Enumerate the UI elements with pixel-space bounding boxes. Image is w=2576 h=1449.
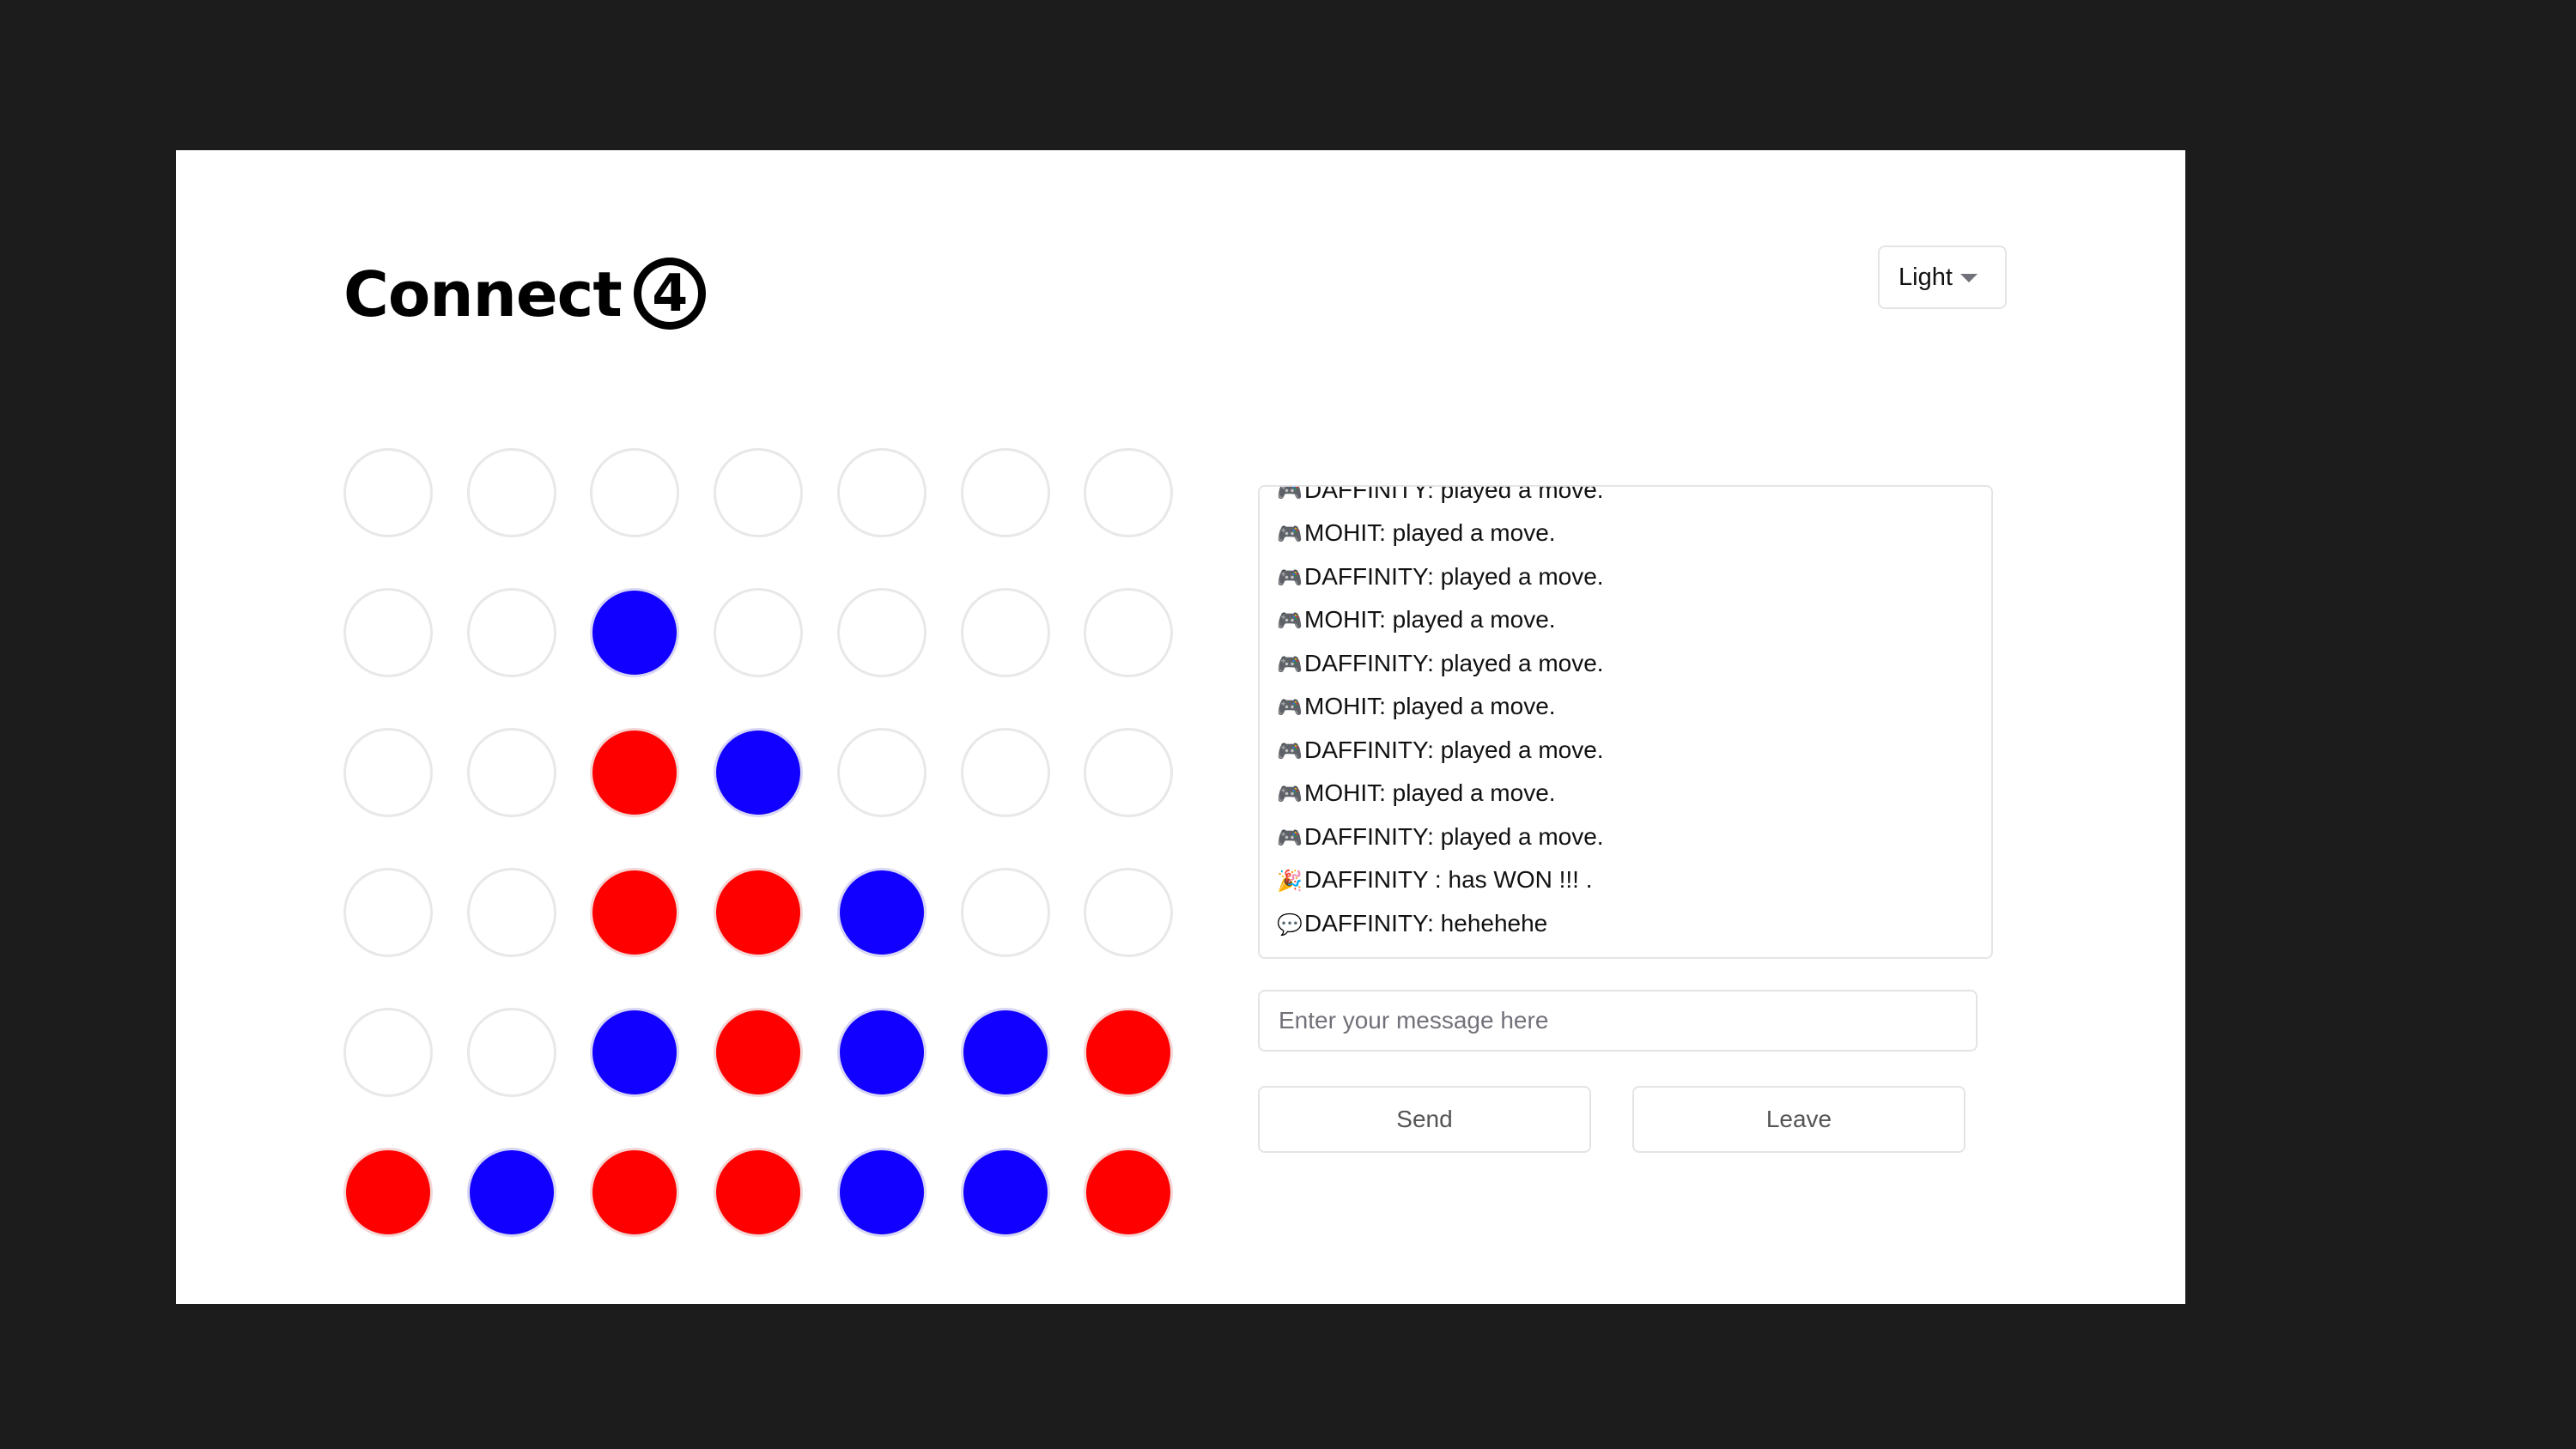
message-type-icon: 🎮 bbox=[1277, 696, 1303, 719]
game-board bbox=[343, 448, 1176, 1289]
board-cell-red[interactable] bbox=[714, 1148, 803, 1237]
board-cell-empty[interactable] bbox=[467, 448, 556, 537]
board-cell-empty[interactable] bbox=[590, 448, 679, 537]
board-cell-empty[interactable] bbox=[714, 588, 803, 677]
board-cell-blue[interactable] bbox=[961, 1148, 1050, 1237]
chat-message-text: DAFFINITY : has WON !!! . bbox=[1304, 866, 1593, 893]
board-cell-blue[interactable] bbox=[467, 1148, 556, 1237]
title-text: Connect bbox=[343, 258, 623, 330]
message-type-icon: 🎮 bbox=[1277, 783, 1303, 806]
four-badge-icon: 4 bbox=[633, 258, 706, 330]
chat-message-text: MOHIT: played a move. bbox=[1304, 779, 1556, 806]
board-cell-empty[interactable] bbox=[343, 1008, 433, 1097]
chat-message-text: DAFFINITY: played a move. bbox=[1304, 736, 1604, 763]
chat-message: 🎮MOHIT: played a move. bbox=[1277, 512, 1974, 555]
board-cell-red[interactable] bbox=[1084, 1008, 1173, 1097]
send-button[interactable]: Send bbox=[1258, 1086, 1591, 1153]
board-cell-red[interactable] bbox=[714, 868, 803, 957]
message-type-icon: 🎮 bbox=[1277, 485, 1303, 503]
message-type-icon: 🎉 bbox=[1277, 870, 1303, 893]
theme-selected-value: Light bbox=[1899, 263, 1953, 291]
board-cell-empty[interactable] bbox=[1084, 448, 1173, 537]
chat-message-text: MOHIT: played a move. bbox=[1304, 693, 1556, 719]
board-cell-empty[interactable] bbox=[961, 448, 1050, 537]
board-cell-empty[interactable] bbox=[343, 868, 433, 957]
board-cell-empty[interactable] bbox=[837, 588, 927, 677]
chat-message: 🎮MOHIT: played a move. bbox=[1277, 685, 1974, 729]
board-cell-blue[interactable] bbox=[714, 728, 803, 817]
chat-message: 🎮DAFFINITY: played a move. bbox=[1277, 815, 1974, 859]
chat-message-text: DAFFINITY: hehehehe bbox=[1304, 909, 1548, 937]
message-type-icon: 🎮 bbox=[1277, 523, 1303, 546]
chat-message-list: 🎮DAFFINITY: played a move. 🎮MOHIT: played… bbox=[1260, 485, 1991, 946]
board-cell-empty[interactable] bbox=[467, 868, 556, 957]
board-cell-blue[interactable] bbox=[590, 588, 679, 677]
board-cell-empty[interactable] bbox=[1084, 728, 1173, 817]
board-cell-empty[interactable] bbox=[1084, 868, 1173, 957]
board-cell-red[interactable] bbox=[590, 1148, 679, 1237]
board-cell-empty[interactable] bbox=[961, 728, 1050, 817]
board-cell-blue[interactable] bbox=[837, 1148, 927, 1237]
message-type-icon: 🎮 bbox=[1277, 826, 1303, 850]
chat-message: 🎮DAFFINITY: played a move. bbox=[1277, 642, 1974, 686]
chat-message-text: DAFFINITY: played a move. bbox=[1304, 562, 1604, 590]
chevron-down-icon bbox=[1960, 274, 1978, 282]
board-cell-empty[interactable] bbox=[837, 448, 927, 537]
theme-dropdown[interactable]: Light bbox=[1878, 246, 2007, 309]
chat-message: 💬DAFFINITY: hehehehe bbox=[1277, 902, 1974, 946]
board-cell-empty[interactable] bbox=[343, 728, 433, 817]
board-cell-empty[interactable] bbox=[1084, 588, 1173, 677]
chat-message: 🎮MOHIT: played a move. bbox=[1277, 598, 1974, 642]
board-cell-blue[interactable] bbox=[837, 868, 927, 957]
board-cell-empty[interactable] bbox=[961, 588, 1050, 677]
board-cell-empty[interactable] bbox=[714, 448, 803, 537]
board-cell-empty[interactable] bbox=[343, 588, 433, 677]
board-cell-blue[interactable] bbox=[590, 1008, 679, 1097]
chat-log[interactable]: 🎮DAFFINITY: played a move. 🎮MOHIT: played… bbox=[1258, 485, 1993, 959]
chat-message: 🎮DAFFINITY: played a move. bbox=[1277, 729, 1974, 773]
game-window: Connect 4 Light 🎮DAFFINITY: played a move… bbox=[176, 150, 2185, 1304]
message-type-icon: 🎮 bbox=[1277, 609, 1303, 633]
board-cell-empty[interactable] bbox=[467, 588, 556, 677]
chat-message: 🎮DAFFINITY: played a move. bbox=[1277, 485, 1974, 512]
board-cell-red[interactable] bbox=[590, 728, 679, 817]
message-type-icon: 🎮 bbox=[1277, 566, 1303, 590]
chat-message-text: DAFFINITY: played a move. bbox=[1304, 822, 1604, 850]
chat-message: 🎮DAFFINITY: played a move. bbox=[1277, 555, 1974, 599]
message-type-icon: 🎮 bbox=[1277, 652, 1303, 676]
board-cell-empty[interactable] bbox=[343, 448, 433, 537]
board-cell-empty[interactable] bbox=[837, 728, 927, 817]
board-cell-empty[interactable] bbox=[467, 1008, 556, 1097]
chat-message: 🎮MOHIT: played a move. bbox=[1277, 772, 1974, 815]
message-input[interactable] bbox=[1258, 990, 1978, 1052]
board-cell-red[interactable] bbox=[1084, 1148, 1173, 1237]
chat-message: 🎉DAFFINITY : has WON !!! . bbox=[1277, 858, 1974, 902]
board-cell-red[interactable] bbox=[343, 1148, 433, 1237]
message-type-icon: 🎮 bbox=[1277, 739, 1303, 763]
message-type-icon: 💬 bbox=[1277, 912, 1303, 937]
chat-message-text: DAFFINITY: played a move. bbox=[1304, 649, 1604, 676]
board-cell-red[interactable] bbox=[590, 868, 679, 957]
chat-message-text: DAFFINITY: played a move. bbox=[1304, 485, 1604, 503]
leave-button[interactable]: Leave bbox=[1632, 1086, 1965, 1153]
chat-message-text: MOHIT: played a move. bbox=[1304, 519, 1556, 546]
page-title: Connect 4 bbox=[343, 243, 706, 346]
board-cell-red[interactable] bbox=[714, 1008, 803, 1097]
board-cell-empty[interactable] bbox=[961, 868, 1050, 957]
chat-message-text: MOHIT: played a move. bbox=[1304, 606, 1556, 633]
board-cell-empty[interactable] bbox=[467, 728, 556, 817]
board-cell-blue[interactable] bbox=[837, 1008, 927, 1097]
board-cell-blue[interactable] bbox=[961, 1008, 1050, 1097]
